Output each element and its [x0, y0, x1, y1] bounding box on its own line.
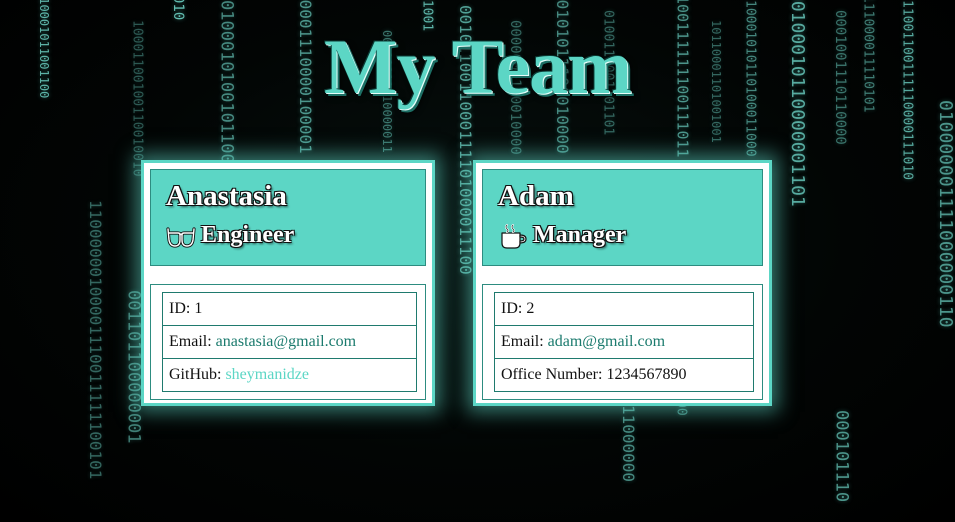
office-number-value: 1234567890: [606, 366, 687, 383]
coffee-mug-icon: [501, 223, 527, 249]
info-id: ID: 2: [495, 293, 753, 325]
email-link[interactable]: anastasia@gmail.com: [216, 333, 356, 350]
id-label: ID:: [501, 300, 523, 317]
employee-role-label: Manager: [533, 222, 627, 248]
id-label: ID:: [169, 300, 191, 317]
employee-role-label: Engineer: [201, 222, 295, 248]
page: 010001011001100 010 10001100100110010010 01…: [0, 0, 955, 522]
binary-digits-column: 001101100000001: [123, 290, 144, 444]
info-list: ID: 2 Email: adam@gmail.com Office Numbe…: [494, 292, 754, 392]
github-link[interactable]: sheymanidze: [225, 366, 309, 383]
id-value: 2: [526, 300, 535, 317]
binary-digits-column: 000101110: [831, 410, 852, 503]
email-link[interactable]: adam@gmail.com: [548, 333, 665, 350]
info-email: Email: adam@gmail.com: [495, 325, 753, 358]
employee-card-manager: Adam Manager ID: 2 Email: adam@gmail.com…: [473, 160, 772, 406]
card-header: Adam Manager: [482, 169, 763, 266]
employee-card-engineer: Anastasia Engineer ID: 1 Email: anastasi…: [141, 160, 435, 406]
office-number-label: Office Number:: [501, 366, 603, 383]
employee-role: Manager: [498, 222, 626, 249]
glasses-icon: [166, 226, 196, 248]
employee-role: Engineer: [166, 222, 294, 249]
card-header: Anastasia Engineer: [150, 169, 426, 266]
binary-digits-column: 010000001111000000110: [935, 100, 955, 328]
github-label: GitHub:: [169, 366, 222, 383]
card-body: ID: 1 Email: anastasia@gmail.com GitHub:…: [150, 284, 426, 400]
info-list: ID: 1 Email: anastasia@gmail.com GitHub:…: [162, 292, 417, 392]
email-label: Email:: [169, 333, 212, 350]
id-value: 1: [194, 300, 203, 317]
info-office-number: Office Number: 1234567890: [495, 358, 753, 391]
info-github: GitHub: sheymanidze: [163, 358, 416, 391]
card-body: ID: 2 Email: adam@gmail.com Office Numbe…: [482, 284, 763, 400]
binary-digits-column: 11000000: [619, 405, 638, 483]
binary-digits-column: 010: [170, 0, 186, 21]
binary-digits-column: 11000000100001110011111100101: [86, 200, 105, 480]
employee-name: Adam: [498, 180, 574, 212]
info-id: ID: 1: [163, 293, 416, 325]
email-label: Email:: [501, 333, 544, 350]
page-title: My Team: [323, 23, 632, 110]
info-email: Email: anastasia@gmail.com: [163, 325, 416, 358]
employee-name: Anastasia: [166, 180, 287, 212]
